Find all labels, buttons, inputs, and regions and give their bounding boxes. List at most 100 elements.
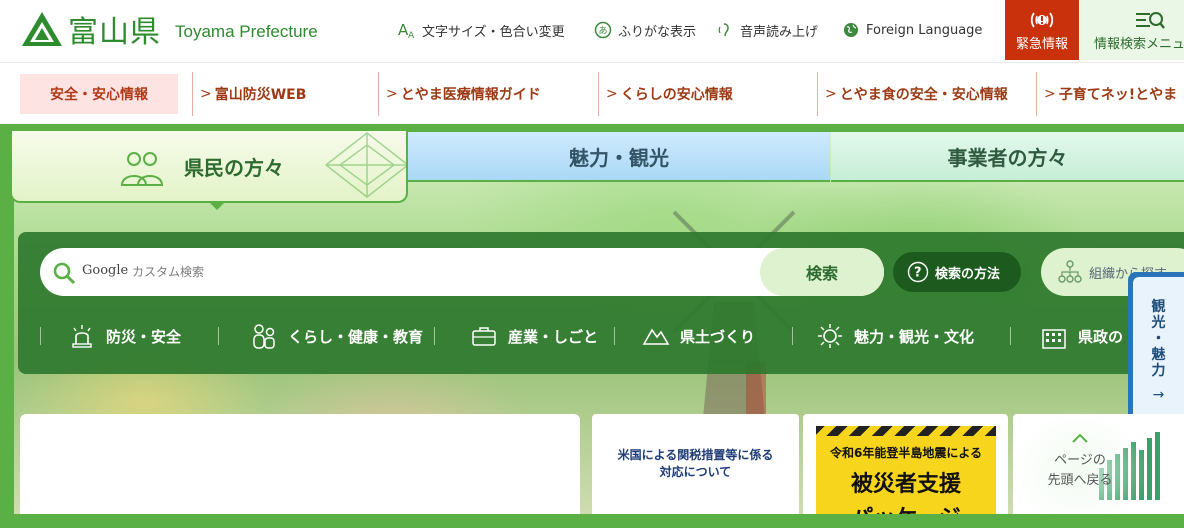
chevron-right-icon: >: [386, 86, 398, 102]
globe-icon: [844, 23, 858, 37]
category-label: 県政の: [1078, 327, 1124, 346]
category-label: 防災・安全: [106, 327, 182, 346]
search-howto-button[interactable]: ? 検索の方法: [893, 252, 1021, 292]
tab-business[interactable]: 事業者の方々: [831, 132, 1184, 182]
category-label: 県土づくり: [680, 327, 756, 346]
logo-japanese: 富山県: [68, 15, 161, 50]
safety-link-bousai[interactable]: > 富山防災WEB: [192, 72, 307, 116]
category-industry[interactable]: 産業・しごと: [470, 318, 598, 354]
category-disaster[interactable]: 防災・安全: [68, 318, 181, 354]
safety-link-label: とやま医療情報ガイド: [400, 87, 541, 103]
banner-quake-line3: パッケージ: [816, 500, 996, 514]
banner-quake-line1: 令和6年能登半島地震による: [830, 446, 982, 460]
furigana-icon: あ: [594, 21, 612, 39]
banner-blank-card[interactable]: [20, 414, 580, 514]
category-infrastructure[interactable]: 県土づくり: [642, 318, 755, 354]
toyama-logo-icon: [22, 12, 62, 46]
safety-link-label: 富山防災WEB: [214, 87, 307, 103]
chevron-right-icon: >: [200, 86, 212, 102]
category-label: くらし・健康・教育: [288, 327, 424, 346]
safety-title: 安全・安心情報: [20, 74, 178, 114]
chevron-right-icon: >: [1044, 86, 1056, 102]
search-icon: [53, 262, 76, 285]
category-label: 産業・しごと: [508, 327, 599, 346]
back-to-top-button[interactable]: ページの 先頭へ戻る: [1010, 410, 1150, 514]
safety-link-childcare[interactable]: > 子育てネッ!とやま: [1036, 72, 1178, 116]
question-icon: ?: [907, 261, 929, 283]
banner-tariff-line: 米国による関税措置等に係る: [617, 448, 774, 462]
emergency-label: 緊急情報: [1015, 36, 1068, 52]
safety-link-label: 子育てネッ!とやま: [1058, 87, 1178, 103]
safety-info-bar: 安全・安心情報 > 富山防災WEB > とやま医療情報ガイド > くらしの安心情報 >…: [0, 62, 1184, 124]
text-size-label: 文字サイズ・色合い変更: [422, 24, 565, 40]
foreign-language-link[interactable]: Foreign Language: [842, 19, 982, 41]
briefcase-icon: [472, 327, 496, 346]
safety-link-label: とやま食の安全・安心情報: [839, 87, 1008, 103]
category-label: 魅力・観光・文化: [854, 327, 975, 346]
building-icon: [1042, 329, 1066, 349]
category-separator: [434, 327, 435, 345]
chevron-right-icon: >: [606, 86, 618, 102]
logo-english: Toyama Prefecture: [175, 22, 318, 41]
emergency-info-button[interactable]: 緊急情報: [1005, 0, 1079, 60]
banner-quake-line2: 被災者支援: [850, 472, 961, 497]
google-brand-label: Google: [82, 263, 129, 278]
tourism-side-tab-inner: 観 光 ・ 魅 力 →: [1133, 277, 1184, 425]
side-tab-char: ・: [1151, 331, 1166, 347]
site-logo[interactable]: 富山県 Toyama Prefecture: [20, 10, 318, 50]
sun-icon: [818, 324, 842, 348]
text-size-link[interactable]: A A 文字サイズ・色合い変更: [398, 19, 565, 41]
search-button[interactable]: 検索: [760, 248, 884, 296]
audio-label: 音声読み上げ: [740, 24, 819, 40]
furigana-label: ふりがな表示: [618, 24, 697, 40]
audio-link[interactable]: 音声読み上げ: [716, 19, 818, 41]
foreign-language-label: Foreign Language: [866, 22, 983, 38]
category-separator: [792, 327, 793, 345]
banner-earthquake-inner: 令和6年能登半島地震による 被災者支援 パッケージ: [816, 426, 996, 514]
svg-text:?: ?: [914, 266, 922, 281]
arrow-right-icon: →: [1152, 387, 1165, 403]
category-separator: [218, 327, 219, 345]
category-living[interactable]: くらし・健康・教育: [250, 318, 423, 354]
alert-siren-icon: [1030, 11, 1054, 28]
back-to-top-line2: 先頭へ戻る: [1047, 473, 1113, 488]
search-howto-label: 検索の方法: [935, 266, 1001, 282]
hero-bottom-border: [0, 514, 1184, 528]
category-separator: [1010, 327, 1011, 345]
category-culture[interactable]: 魅力・観光・文化: [816, 318, 974, 354]
text-size-icon: A A: [398, 21, 415, 39]
chevron-right-icon: >: [825, 86, 837, 102]
audio-icon: [718, 23, 729, 37]
mountain-icon: [642, 328, 670, 345]
safety-link-food[interactable]: > とやま食の安全・安心情報: [817, 72, 1008, 116]
side-tab-char: 観: [1151, 299, 1166, 315]
residents-icon: [120, 152, 164, 186]
side-tab-char: 力: [1151, 363, 1166, 379]
hazard-stripe: [816, 426, 996, 436]
banner-tariff[interactable]: 米国による関税措置等に係る 対応について: [592, 414, 799, 514]
geometric-pattern-icon: [324, 132, 410, 198]
tab-residents-label: 県民の方々: [184, 155, 284, 180]
tab-tourism[interactable]: 魅力・観光: [408, 132, 830, 182]
search-menu-label: 情報検索メニュー: [1094, 36, 1184, 52]
furigana-link[interactable]: あ ふりがな表示: [594, 19, 696, 41]
banner-earthquake-support[interactable]: 令和6年能登半島地震による 被災者支援 パッケージ: [803, 414, 1008, 514]
side-tab-char: 光: [1151, 315, 1166, 331]
active-tab-pointer: [208, 201, 226, 210]
side-tab-char: 魅: [1151, 347, 1166, 363]
tourism-side-tab[interactable]: 観 光 ・ 魅 力 →: [1128, 272, 1184, 430]
category-separator: [40, 327, 41, 345]
safety-link-medical[interactable]: > とやま医療情報ガイド: [378, 72, 541, 116]
people-icon: [253, 324, 275, 349]
category-government[interactable]: 県政の: [1040, 318, 1123, 354]
safety-link-living[interactable]: > くらしの安心情報: [598, 72, 733, 116]
svg-text:A: A: [408, 31, 415, 39]
safety-link-label: くらしの安心情報: [620, 87, 733, 103]
banner-tariff-line: 対応について: [659, 465, 732, 479]
tab-residents[interactable]: 県民の方々: [10, 131, 410, 210]
menu-search-icon: [1136, 11, 1165, 29]
disaster-icon: [72, 325, 92, 348]
search-input[interactable]: [130, 258, 790, 286]
search-menu-button[interactable]: 情報検索メニュー: [1080, 0, 1184, 60]
search-box: Google: [40, 248, 884, 296]
